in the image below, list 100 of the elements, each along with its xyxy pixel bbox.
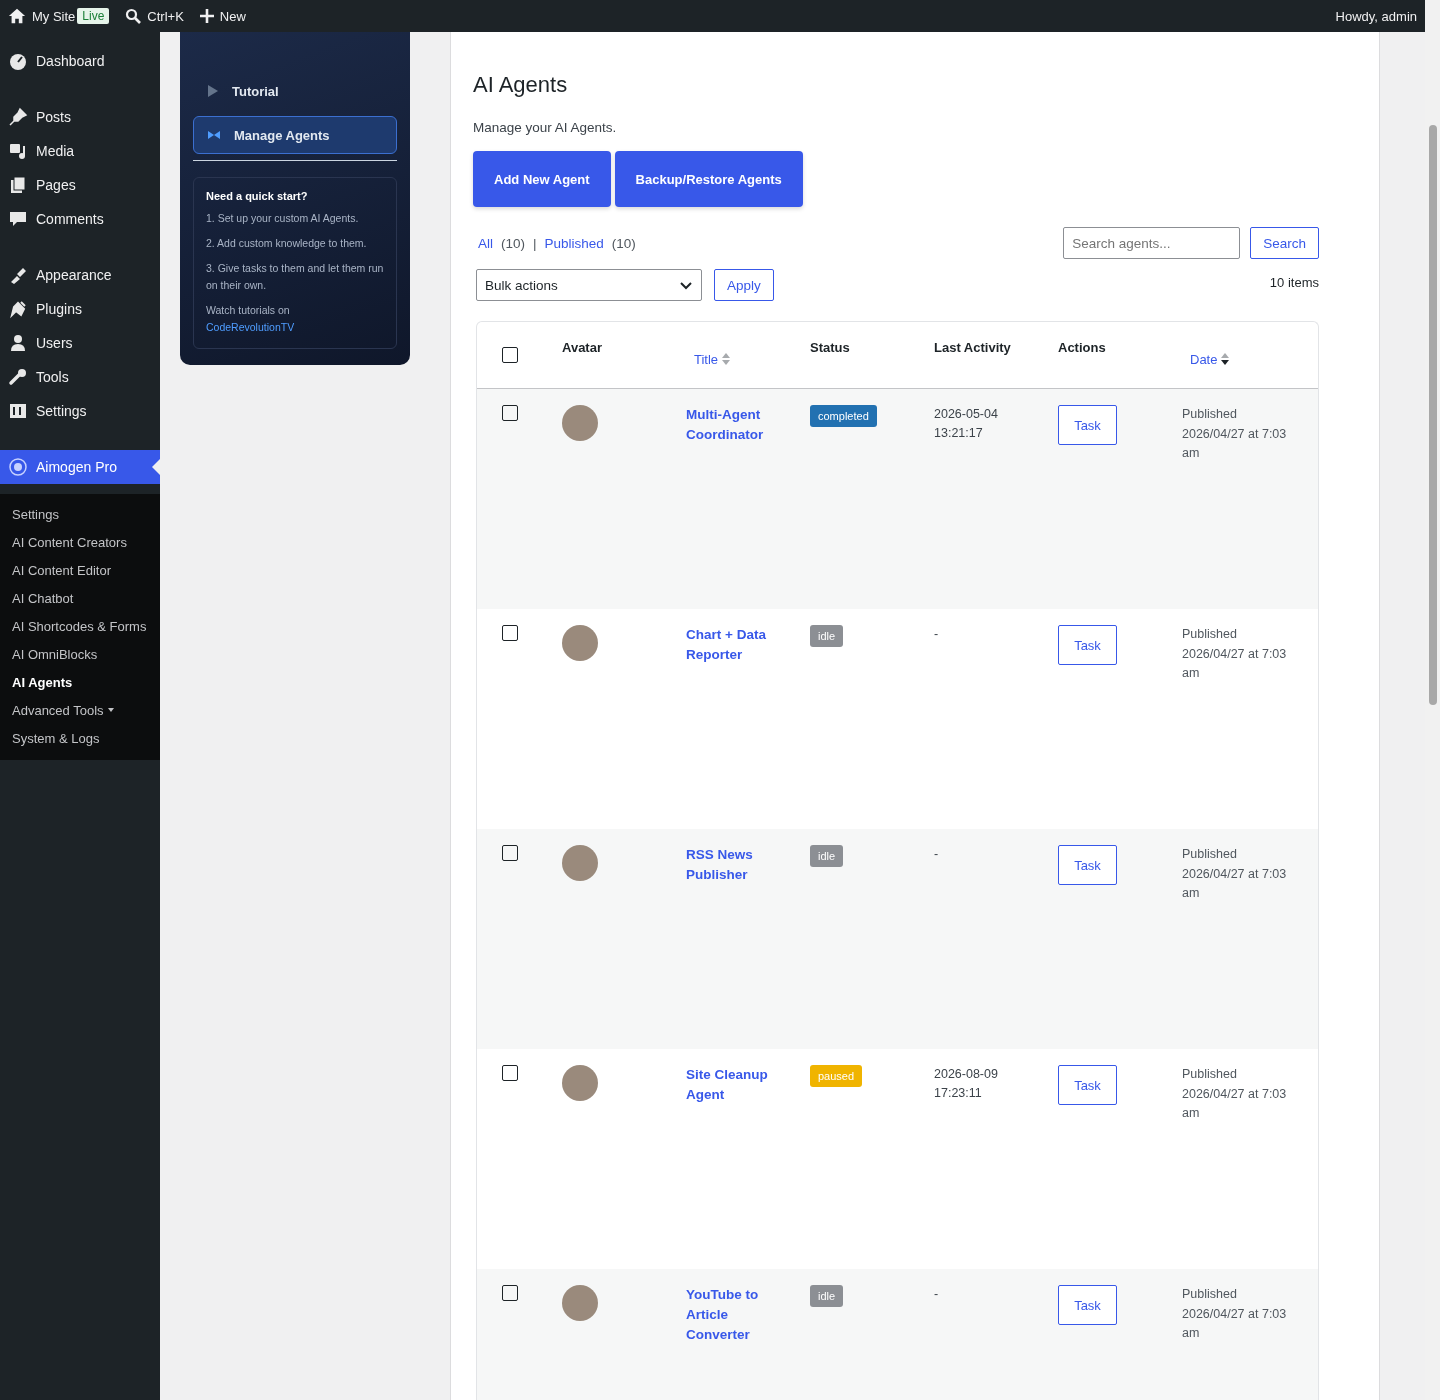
agent-title-link[interactable]: RSS News Publisher	[686, 845, 810, 885]
caret-icon	[107, 708, 114, 712]
scrollbar-thumb[interactable]	[1428, 125, 1437, 705]
user-icon	[8, 333, 28, 353]
menu-item[interactable]: Settings	[0, 394, 160, 428]
plugin-nav-item[interactable]: Manage Agents	[193, 116, 397, 154]
status-badge: idle	[810, 625, 844, 647]
quick-start-step: 2. Add custom knowledge to them.	[206, 235, 384, 252]
row-checkbox[interactable]	[502, 1065, 518, 1081]
menu-item[interactable]: Tools	[0, 360, 160, 394]
plus-icon[interactable]	[199, 9, 214, 23]
submenu-item[interactable]: AI Agents	[0, 668, 160, 696]
column-header: Actions	[1058, 340, 1107, 355]
column-header[interactable]: Title	[694, 351, 810, 367]
home-icon[interactable]	[8, 7, 26, 25]
speech-bubble-icon	[8, 209, 28, 229]
menu-item[interactable]: Posts	[0, 100, 160, 134]
tutorial-link[interactable]: CodeRevolutionTV	[206, 319, 384, 336]
row-checkbox[interactable]	[502, 1285, 518, 1301]
plug-icon	[8, 299, 28, 319]
publish-date: 2026/04/27 at 7:03 am	[1182, 865, 1288, 902]
search-icon[interactable]	[125, 8, 142, 24]
publish-date: 2026/04/27 at 7:03 am	[1182, 1305, 1288, 1342]
row-checkbox[interactable]	[502, 845, 518, 861]
task-button[interactable]: Task	[1058, 405, 1117, 445]
menu-item[interactable]: Aimogen Pro	[0, 450, 160, 484]
filter-link[interactable]: Published	[544, 235, 604, 251]
avatar-placeholder	[562, 1285, 598, 1321]
task-button[interactable]: Task	[1058, 1065, 1117, 1105]
primary-button[interactable]: Backup/Restore Agents	[614, 151, 803, 207]
publish-status: Published	[1182, 1286, 1238, 1303]
menu-item[interactable]: Plugins	[0, 292, 160, 326]
sliders-icon	[8, 401, 28, 421]
page-title: AI Agents	[473, 72, 569, 98]
avatar-placeholder	[562, 405, 598, 441]
task-button[interactable]: Task	[1058, 1285, 1117, 1325]
submenu-item[interactable]: AI Content Editor	[0, 556, 160, 584]
sort-arrows-icon	[722, 352, 731, 366]
publish-date: 2026/04/27 at 7:03 am	[1182, 645, 1288, 682]
menu-item[interactable]: Dashboard	[0, 44, 160, 78]
row-checkbox[interactable]	[502, 625, 518, 641]
agent-title-link[interactable]: Site Cleanup Agent	[686, 1065, 810, 1105]
pages-icon	[8, 175, 28, 195]
submenu-item[interactable]: System & Logs	[0, 724, 160, 752]
agent-title-link[interactable]: YouTube to Article Converter	[686, 1285, 810, 1345]
filter-count: (10)	[501, 235, 526, 251]
task-button[interactable]: Task	[1058, 845, 1117, 885]
new-link[interactable]: New	[219, 8, 246, 24]
last-activity: -	[934, 846, 940, 863]
status-badge: paused	[810, 1065, 863, 1087]
avatar-placeholder	[562, 625, 598, 661]
avatar-placeholder	[562, 1065, 598, 1101]
user-greeting[interactable]: Howdy, admin	[1335, 8, 1417, 24]
sort-arrows-icon	[1221, 352, 1230, 366]
last-activity: 2026-05-04 13:21:17	[934, 406, 999, 442]
menu-item[interactable]: Pages	[0, 168, 160, 202]
submenu-item[interactable]: AI Content Creators	[0, 528, 160, 556]
quick-start-step: 1. Set up your custom AI Agents.	[206, 210, 384, 227]
submenu-item[interactable]: AI Shortcodes & Forms	[0, 612, 160, 640]
primary-button[interactable]: Add New Agent	[473, 151, 611, 207]
column-header[interactable]: Date	[1190, 351, 1319, 367]
submenu-item[interactable]: Settings	[0, 500, 160, 528]
menu-item[interactable]: Appearance	[0, 258, 160, 292]
last-activity: 2026-08-09 17:23:11	[934, 1066, 999, 1102]
status-badge: idle	[810, 845, 844, 867]
publish-status: Published	[1182, 406, 1238, 423]
media-icon	[8, 141, 28, 161]
menu-item[interactable]: Users	[0, 326, 160, 360]
play-icon	[208, 85, 218, 97]
dashboard-icon	[8, 51, 28, 71]
site-name-link[interactable]: My Site	[32, 8, 76, 24]
row-checkbox[interactable]	[502, 405, 518, 421]
item-count: 10 items	[1269, 275, 1319, 290]
menu-item[interactable]: Comments	[0, 202, 160, 236]
bowtie-icon	[208, 131, 220, 139]
agent-title-link[interactable]: Chart + Data Reporter	[686, 625, 810, 665]
shortcut-label[interactable]: Ctrl+K	[147, 8, 184, 24]
select-all-checkbox[interactable]	[502, 347, 518, 363]
submenu-item[interactable]: AI OmniBlocks	[0, 640, 160, 668]
filter-count: (10)	[611, 235, 636, 251]
apply-button[interactable]: Apply	[714, 269, 774, 301]
quick-start-title: Need a quick start?	[206, 190, 309, 202]
submenu-item[interactable]: AI Chatbot	[0, 584, 160, 612]
filter-link[interactable]: All	[478, 235, 493, 251]
submenu-item[interactable]: Advanced Tools	[0, 696, 160, 724]
column-header: Avatar	[562, 340, 603, 355]
search-button[interactable]: Search	[1250, 227, 1319, 259]
page-description: Manage your AI Agents.	[473, 120, 618, 135]
task-button[interactable]: Task	[1058, 625, 1117, 665]
column-header: Last Activity	[934, 340, 1012, 355]
bulk-actions-dropdown[interactable]: Bulk actions	[476, 269, 702, 301]
search-field[interactable]: Search agents...	[1063, 227, 1241, 259]
agent-title-link[interactable]: Multi-Agent Coordinator	[686, 405, 810, 445]
publish-status: Published	[1182, 1066, 1238, 1083]
status-badge: completed	[810, 405, 877, 427]
publish-date: 2026/04/27 at 7:03 am	[1182, 1085, 1288, 1122]
plugin-nav-item[interactable]: Tutorial	[193, 72, 397, 110]
publish-status: Published	[1182, 626, 1238, 643]
menu-item[interactable]: Media	[0, 134, 160, 168]
last-activity: -	[934, 626, 940, 643]
